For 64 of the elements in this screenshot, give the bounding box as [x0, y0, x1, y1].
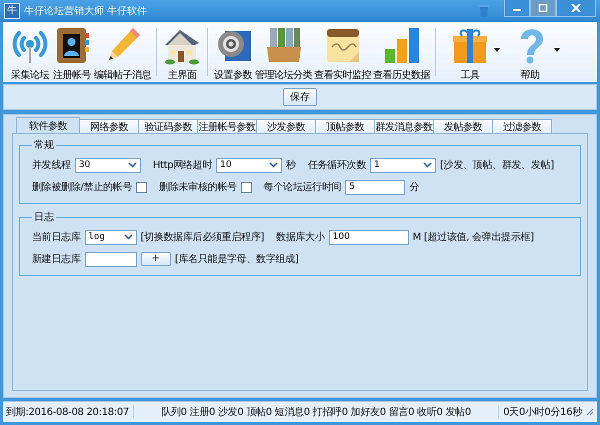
timeout-dropdown[interactable]: 10 — [216, 158, 282, 172]
field-label: 新建日志库 — [32, 252, 81, 266]
chevron-icon — [124, 234, 133, 240]
checkbox-label: 删除被删除/禁止的帐号 — [32, 180, 132, 194]
save-button[interactable]: 保存 — [283, 88, 317, 106]
maximize-button[interactable] — [530, 0, 556, 17]
field-label: 数据库大小 — [276, 230, 325, 244]
app-icon: 牛 — [4, 3, 20, 19]
db-size-field[interactable]: 100 — [328, 230, 409, 244]
field-label: Http网络超时 — [152, 158, 212, 172]
field-label: 任务循环次数 — [308, 159, 366, 172]
toolbar-button[interactable]: 设置参数 — [212, 22, 254, 82]
hint-text: [沙发、顶帖、群发、发帖] — [440, 158, 554, 172]
toolbar-button[interactable]: 注册帐号 — [51, 22, 93, 82]
group-title: 日志 — [33, 210, 55, 224]
hint-text: [库名只能是字母、数字组成] — [174, 252, 299, 266]
field-label: 每个论坛运行时间 — [264, 180, 342, 194]
threads-dropdown[interactable]: 30 — [74, 158, 141, 172]
close-icon — [571, 4, 581, 12]
tab[interactable]: 验证码参数 — [138, 119, 198, 133]
hint-text: M [超过该值, 会弹出提示框] — [412, 230, 534, 244]
toolbar-button[interactable]: 查看实时监控 — [313, 22, 372, 82]
tab[interactable]: 网络参数 — [79, 119, 139, 133]
resize-grip-icon[interactable] — [586, 408, 594, 416]
tab[interactable]: 沙发参数 — [256, 119, 316, 133]
group-title: 常规 — [33, 138, 55, 152]
tab[interactable]: 群发消息参数 — [374, 119, 434, 133]
toolbar-button[interactable]: 采集论坛 — [9, 22, 51, 82]
caret-icon — [554, 48, 560, 52]
window-title: 牛仔论坛营销大师 牛仔软件 — [24, 4, 148, 18]
field-label: 当前日志库 — [32, 230, 81, 244]
maximize-icon — [538, 4, 548, 12]
unit-label: 分 — [409, 181, 419, 194]
close-button[interactable] — [556, 0, 596, 17]
tab[interactable]: 过滤参数 — [492, 119, 552, 133]
log-db-dropdown[interactable]: log — [84, 230, 137, 244]
tab[interactable]: 软件参数 — [16, 117, 80, 133]
hint-text: [切换数据库后必须重启程序] — [140, 230, 264, 244]
toolbar-button[interactable]: 管理论坛分类 — [254, 22, 313, 82]
checkbox[interactable] — [240, 182, 252, 192]
toolbar-button[interactable]: 工具 — [440, 22, 500, 82]
toolbar-button[interactable]: 主界面 — [161, 22, 203, 82]
chevron-icon — [128, 162, 137, 168]
field-label: 并发线程 — [32, 158, 71, 172]
checkbox[interactable] — [136, 182, 148, 192]
minimize-button[interactable] — [504, 0, 530, 17]
unit-label: 秒 — [286, 158, 296, 172]
checkbox-label: 删除未审核的帐号 — [159, 180, 237, 194]
uptime-text: 0天0小时0分16秒 — [503, 406, 582, 419]
counters-text: 队列0 注册0 沙发0 顶帖0 短消息0 打招呼0 加好友0 留言0 收听0 发帖0 — [132, 405, 500, 419]
tab[interactable]: 注册帐号参数 — [197, 119, 257, 133]
chevron-icon — [423, 162, 432, 168]
toolbar-button[interactable]: 查看历史数据 — [372, 22, 431, 82]
caret-icon — [494, 48, 500, 52]
expiry-text: 到期:2016-08-08 20:18:07 — [6, 406, 129, 419]
run-time-field[interactable]: 5 — [345, 180, 406, 194]
add-button[interactable]: + — [140, 252, 171, 266]
toolbar-button[interactable]: 编辑帖子消息 — [93, 22, 152, 82]
tab[interactable]: 顶帖参数 — [315, 119, 375, 133]
new-db-field[interactable] — [84, 252, 137, 266]
tab[interactable]: 发帖参数 — [433, 119, 493, 133]
loop-count-dropdown[interactable]: 1 — [370, 158, 436, 172]
chevron-icon — [269, 162, 278, 168]
toolbar-button[interactable]: 帮助 — [500, 22, 560, 82]
